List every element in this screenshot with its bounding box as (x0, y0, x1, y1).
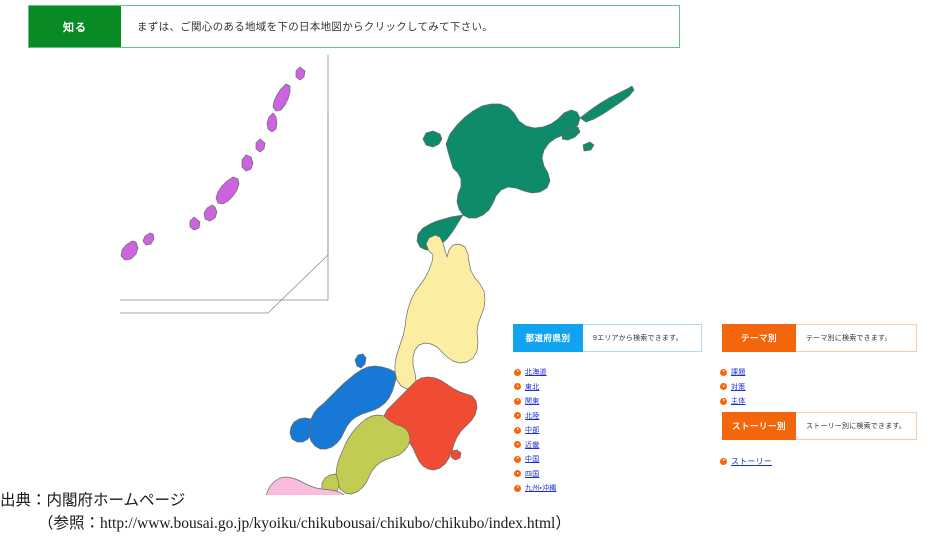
arrow-bullet-icon (514, 368, 521, 376)
arrow-bullet-icon (514, 470, 521, 477)
japan-map-svg[interactable] (120, 55, 640, 495)
prefecture-link-list: 北海道 東北 関東 北陸 中部 近畿 中国 四国 九州・沖縄 (514, 366, 556, 497)
link-label: 主体 (731, 398, 746, 405)
arrow-bullet-icon (514, 412, 521, 419)
link-label: 課題 (731, 369, 746, 376)
source-line-2: （参照：http://www.bousai.go.jp/kyoiku/chiku… (38, 515, 571, 533)
arrow-bullet-icon (720, 397, 727, 405)
link-item-story[interactable]: ストーリー (720, 455, 772, 467)
panel-prefecture-title: 都道府県別 (513, 324, 583, 352)
link-item-kanto[interactable]: 関東 (514, 395, 556, 407)
section-badge-shiru: 知る (29, 6, 121, 47)
link-label: 四国 (525, 470, 540, 478)
instruction-text: まずは、ご関心のある地域を下の日本地図からクリックしてみて下さい。 (137, 21, 494, 33)
panel-prefecture-description: 9エリアから検索できます。 (583, 324, 702, 352)
panel-theme: テーマ別 テーマ別に検索できます。 (722, 324, 917, 352)
map-region-hokkaido[interactable] (416, 85, 635, 251)
map-region-tohoku[interactable] (394, 234, 486, 390)
instruction-banner: 知る まずは、ご関心のある地域を下の日本地図からクリックしてみて下さい。 (28, 5, 680, 48)
panel-theme-title: テーマ別 (722, 324, 796, 352)
link-item-taisaku[interactable]: 対策 (720, 381, 745, 393)
link-item-kadai[interactable]: 課題 (720, 366, 745, 378)
link-label: 東北 (525, 383, 540, 391)
link-item-chugoku[interactable]: 中国 (514, 453, 556, 465)
map-region-kanto[interactable] (383, 376, 478, 471)
panel-prefecture: 都道府県別 9エリアから検索できます。 (513, 324, 702, 352)
link-item-chubu[interactable]: 中部 (514, 424, 556, 436)
japan-map[interactable] (120, 55, 640, 495)
link-item-hokuriku[interactable]: 北陸 (514, 410, 556, 422)
arrow-bullet-icon (514, 441, 521, 448)
arrow-bullet-icon (514, 426, 521, 434)
arrow-bullet-icon (720, 457, 727, 465)
arrow-bullet-icon (720, 368, 727, 376)
link-label: 北陸 (525, 412, 540, 420)
link-label: 関東 (525, 398, 540, 405)
arrow-bullet-icon (514, 455, 521, 463)
link-item-shutai[interactable]: 主体 (720, 395, 745, 407)
link-label: 北海道 (525, 369, 547, 376)
link-label: ストーリー (731, 456, 772, 466)
arrow-bullet-icon (720, 383, 727, 390)
link-item-shikoku[interactable]: 四国 (514, 468, 556, 480)
link-label: 中部 (525, 427, 540, 434)
okinawa-inset-frame (120, 55, 329, 301)
source-line-1: 出典：内閣府ホームページ (0, 492, 186, 509)
link-item-kinki[interactable]: 近畿 (514, 439, 556, 451)
map-region-kyushu-okinawa[interactable] (120, 66, 306, 495)
link-label: 対策 (731, 383, 746, 391)
panel-story: ストーリー別 ストーリー別に検索できます。 (722, 412, 917, 440)
story-link-list: ストーリー (720, 455, 772, 470)
theme-link-list: 課題 対策 主体 (720, 366, 745, 410)
link-item-tohoku[interactable]: 東北 (514, 381, 556, 393)
panel-theme-description: テーマ別に検索できます。 (796, 324, 917, 352)
okinawa-inset-border (120, 117, 329, 314)
arrow-bullet-icon (514, 397, 521, 405)
link-item-hokkaido[interactable]: 北海道 (514, 366, 556, 378)
arrow-bullet-icon (514, 383, 521, 390)
panel-story-title: ストーリー別 (722, 412, 796, 440)
link-label: 中国 (525, 456, 540, 463)
panel-story-description: ストーリー別に検索できます。 (796, 412, 917, 440)
link-label: 近畿 (525, 441, 540, 449)
source-caption: 出典：内閣府ホームページ （参照：http://www.bousai.go.jp… (0, 489, 571, 536)
